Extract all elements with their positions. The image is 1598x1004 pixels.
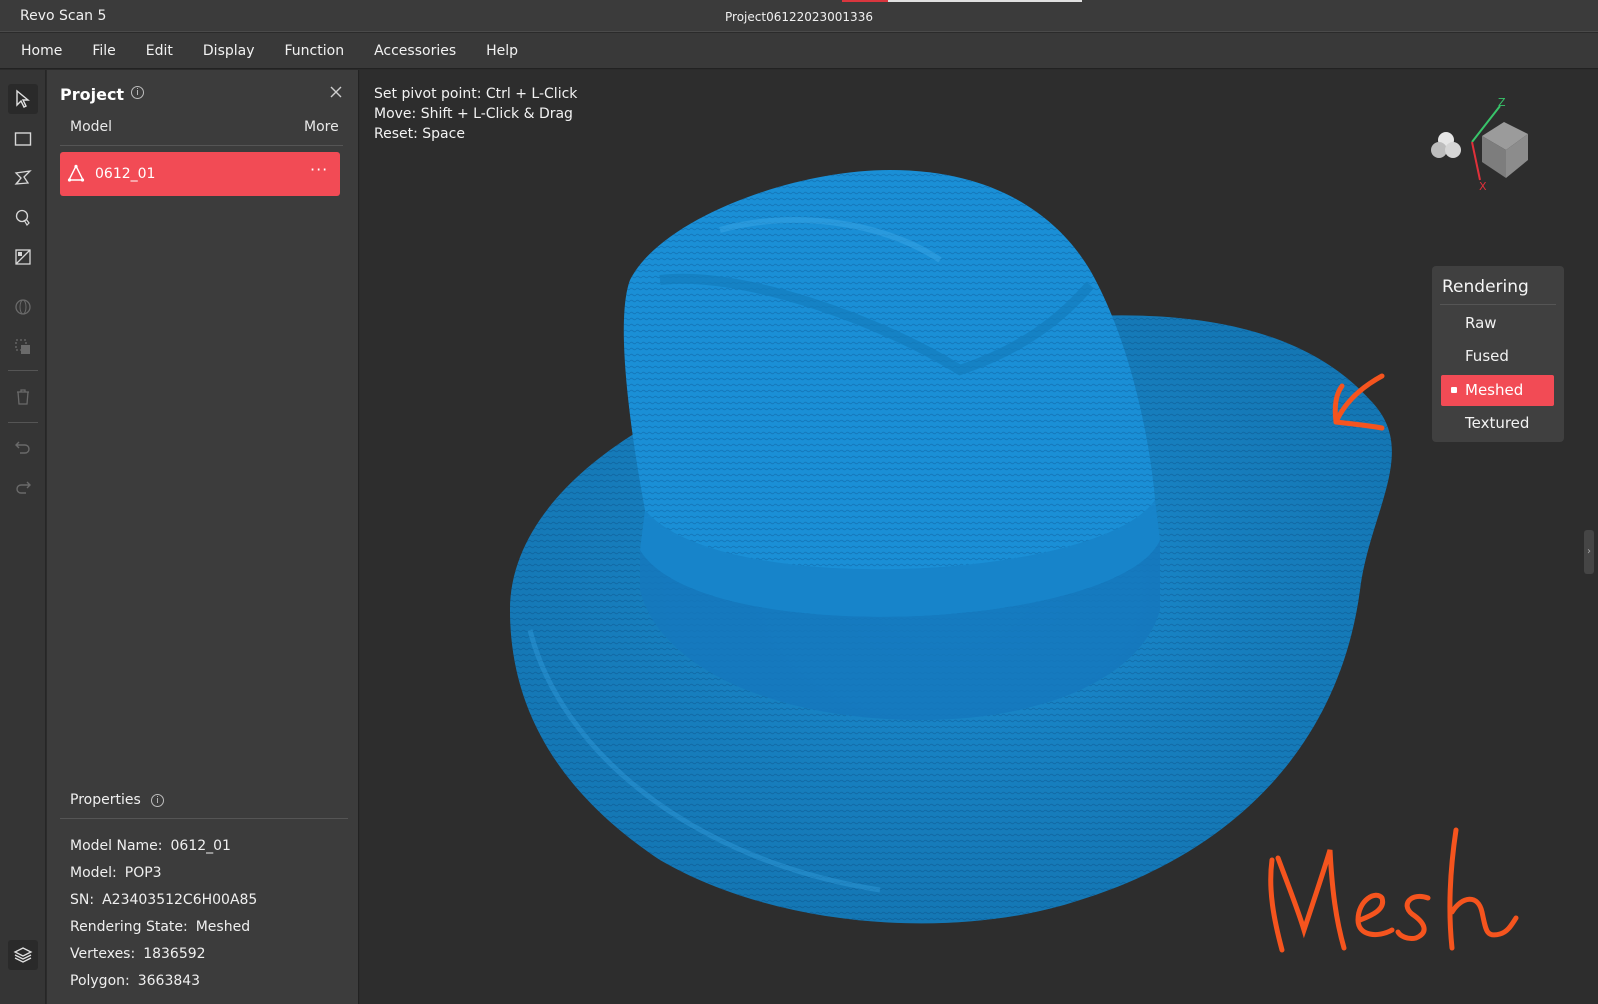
divider: [60, 818, 348, 819]
undo-icon[interactable]: [8, 432, 38, 462]
menu-file[interactable]: File: [92, 43, 115, 59]
info-icon[interactable]: i: [131, 86, 144, 99]
lighting-icon[interactable]: [1428, 128, 1464, 164]
properties-title: Properties: [70, 792, 141, 808]
handwritten-annotation: [1260, 820, 1520, 960]
menu-accessories[interactable]: Accessories: [374, 43, 456, 59]
left-toolbar: [0, 70, 46, 1004]
copy-layer-icon[interactable]: [8, 332, 38, 362]
divider: [60, 145, 343, 146]
rectangle-select-icon[interactable]: [8, 124, 38, 154]
property-sn: SN: A23403512C6H00A85: [70, 892, 258, 908]
view-cube-icon[interactable]: Z X: [1460, 96, 1540, 193]
x-axis-label: X: [1479, 180, 1487, 192]
column-header-model: Model: [70, 119, 113, 135]
layers-icon[interactable]: [8, 940, 38, 970]
more-options-icon[interactable]: ···: [310, 160, 328, 179]
model-name: 0612_01: [95, 166, 156, 182]
mesh-model-icon: [66, 164, 86, 184]
rendering-title: Rendering: [1442, 277, 1529, 297]
rendering-option-fused[interactable]: Fused: [1441, 341, 1554, 372]
toolbar-divider: [8, 370, 38, 371]
side-panel-toggle[interactable]: ›: [1584, 530, 1594, 574]
hint-move: Move: Shift + L-Click & Drag: [374, 106, 573, 122]
property-vertexes: Vertexes: 1836592: [70, 946, 206, 962]
z-axis-label: Z: [1498, 96, 1506, 109]
hint-reset: Reset: Space: [374, 126, 465, 142]
tab-indicator-accent: [842, 0, 888, 2]
menu-edit[interactable]: Edit: [146, 43, 173, 59]
annotation-arrow-icon: [1320, 360, 1400, 440]
close-icon[interactable]: [328, 84, 344, 100]
property-model: Model: POP3: [70, 865, 162, 881]
select-arrow-icon[interactable]: [8, 84, 38, 114]
rendering-option-meshed[interactable]: Meshed: [1441, 375, 1554, 406]
menu-function[interactable]: Function: [285, 43, 345, 59]
project-panel: Project i Model More 0612_01 ··· Propert…: [47, 70, 359, 1004]
sphere-icon[interactable]: [8, 292, 38, 322]
model-list-item[interactable]: 0612_01 ···: [60, 152, 340, 196]
menu-display[interactable]: Display: [203, 43, 255, 59]
title-bar: Revo Scan 5 Project06122023001336: [0, 0, 1598, 32]
toolbar-divider: [8, 422, 38, 423]
panel-title: Project: [60, 85, 125, 104]
lasso-select-icon[interactable]: [8, 163, 38, 193]
redo-icon[interactable]: [8, 472, 38, 502]
brush-select-icon[interactable]: [8, 203, 38, 233]
property-rendering-state: Rendering State: Meshed: [70, 919, 251, 935]
project-title: Project06122023001336: [725, 10, 873, 24]
rendering-menu: Rendering Raw Fused Meshed Textured: [1432, 266, 1564, 442]
menu-home[interactable]: Home: [21, 43, 62, 59]
divider: [1440, 304, 1556, 305]
trash-icon[interactable]: [8, 382, 38, 412]
hint-pivot: Set pivot point: Ctrl + L-Click: [374, 86, 578, 102]
property-model-name: Model Name: 0612_01: [70, 838, 231, 854]
info-icon[interactable]: i: [151, 794, 164, 807]
menu-help[interactable]: Help: [486, 43, 518, 59]
column-header-more: More: [304, 119, 339, 135]
rendering-option-textured[interactable]: Textured: [1441, 408, 1554, 439]
3d-viewport[interactable]: Set pivot point: Ctrl + L-Click Move: Sh…: [360, 70, 1598, 1004]
property-polygon: Polygon: 3663843: [70, 973, 201, 989]
rendering-option-raw[interactable]: Raw: [1441, 308, 1554, 339]
invert-select-icon[interactable]: [8, 242, 38, 272]
menu-bar: Home File Edit Display Function Accessor…: [0, 33, 1598, 69]
selected-indicator: [1451, 387, 1457, 393]
